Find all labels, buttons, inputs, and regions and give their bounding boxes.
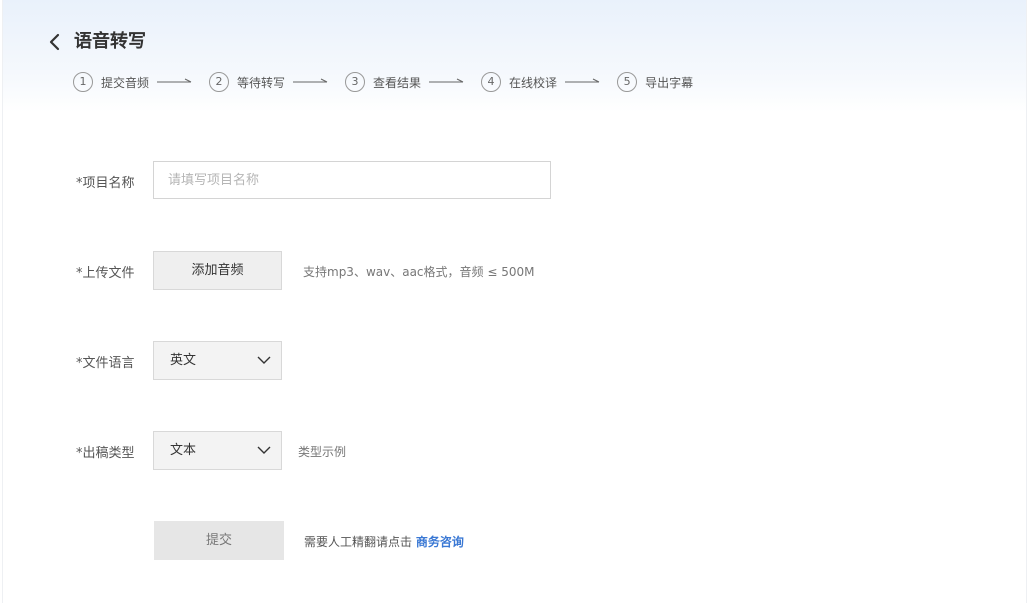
step-label: 提交音频 [101, 75, 150, 90]
step-indicator: 1 提交音频 2 等待转写 3 查看结果 4 在线校译 5 导出字幕 [73, 72, 693, 92]
add-audio-button[interactable]: 添加音频 [153, 251, 282, 290]
page-frame: 语音转写 1 提交音频 2 等待转写 3 查看结果 4 在线校译 5 导出字幕 … [2, 0, 1027, 603]
file-language-label: *文件语言 [76, 356, 135, 371]
step-number: 2 [209, 72, 230, 92]
step-arrow-icon [157, 78, 192, 83]
upload-format-hint: 支持mp3、wav、aac格式，音频 ≤ 500M [303, 265, 535, 279]
chevron-down-icon [257, 446, 271, 454]
output-type-select[interactable]: 文本 [153, 431, 282, 470]
step-label: 等待转写 [237, 75, 286, 90]
step-number: 3 [345, 72, 366, 92]
chevron-down-icon [257, 356, 271, 364]
step-arrow-icon [565, 78, 600, 83]
type-example-link[interactable]: 类型示例 [298, 443, 346, 460]
step-number: 1 [73, 72, 93, 92]
step-label: 在线校译 [509, 75, 558, 90]
step-4: 4 在线校译 [481, 72, 617, 92]
header: 语音转写 1 提交音频 2 等待转写 3 查看结果 4 在线校译 5 导出字幕 [3, 0, 1026, 112]
back-arrow-icon[interactable] [43, 30, 67, 54]
step-number: 4 [481, 72, 502, 92]
submit-button[interactable]: 提交 [154, 521, 284, 560]
language-select-value: 英文 [170, 353, 197, 368]
project-name-input[interactable] [153, 161, 551, 199]
step-3: 3 查看结果 [345, 72, 481, 92]
manual-translation-text: 需要人工精翻请点击 [304, 535, 413, 549]
step-1: 1 提交音频 [73, 72, 209, 92]
page-title: 语音转写 [74, 31, 146, 52]
output-type-label: *出稿类型 [76, 446, 135, 461]
step-arrow-icon [429, 78, 464, 83]
project-name-label: *项目名称 [76, 176, 135, 191]
step-label: 查看结果 [373, 75, 422, 90]
output-type-select-value: 文本 [170, 443, 197, 458]
business-consult-link[interactable]: 商务咨询 [416, 535, 464, 549]
step-5: 5 导出字幕 [617, 72, 693, 92]
step-2: 2 等待转写 [209, 72, 345, 92]
upload-file-label: *上传文件 [76, 266, 135, 281]
step-label: 导出字幕 [645, 75, 694, 90]
step-number: 5 [617, 72, 638, 92]
manual-translation-note: 需要人工精翻请点击 商务咨询 [304, 533, 464, 550]
language-select[interactable]: 英文 [153, 341, 282, 380]
step-arrow-icon [293, 78, 328, 83]
